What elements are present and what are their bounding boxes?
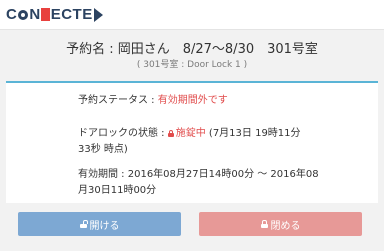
period-text: 有効期間 : 2016年08月27日14時00分 〜 2016年08 xyxy=(78,169,319,180)
unlock-icon xyxy=(79,220,88,228)
lock-time-cont: 33秒 時点) xyxy=(78,144,128,155)
close-button[interactable]: 閉める xyxy=(199,212,362,236)
reservation-title: 予約名 : 岡田さん 8/27〜8/30 301号室 xyxy=(66,42,318,57)
app-header: C N ECTE xyxy=(0,0,384,30)
logo-red-bar xyxy=(40,8,50,21)
period-text-cont: 月30日11時00分 xyxy=(78,185,157,196)
period-row: 有効期間 : 2016年08月27日14時00分 〜 2016年08 xyxy=(78,165,319,180)
lock-time: (7月13日 19時11分 xyxy=(205,128,301,139)
open-button-label: 開ける xyxy=(89,220,120,232)
status-label: 予約ステータス : xyxy=(78,95,158,106)
logo-text-c: C xyxy=(6,6,18,23)
status-value: 有効期間外です xyxy=(157,95,228,106)
status-row: 予約ステータス : 有効期間外です xyxy=(78,91,228,106)
period-row-2: 月30日11時00分 xyxy=(78,181,156,196)
logo-text-ecte: ECTE xyxy=(50,6,93,23)
lock-icon xyxy=(260,220,268,228)
close-button-label: 閉める xyxy=(270,220,301,232)
reservation-detail-card: 予約ステータス : 有効期間外です ドアロックの状態 : 施錠中 (7月13日 … xyxy=(6,81,378,203)
logo-arrow-icon xyxy=(93,7,103,22)
lock-icon xyxy=(167,130,174,137)
reservation-subtitle: ( 301号室 : Door Lock 1 ) xyxy=(136,60,248,70)
logo-text-n: N xyxy=(29,6,41,23)
lock-time-row-2: 33秒 時点) xyxy=(78,140,128,155)
logo-o-ring xyxy=(18,9,29,20)
lock-state-value: 施錠中 xyxy=(175,128,206,139)
lock-state-row: ドアロックの状態 : 施錠中 (7月13日 19時11分 xyxy=(78,124,301,139)
open-button[interactable]: 開ける xyxy=(18,212,181,236)
connected-logo[interactable]: C N ECTE xyxy=(6,6,103,23)
lock-state-label: ドアロックの状態 : xyxy=(78,128,168,139)
